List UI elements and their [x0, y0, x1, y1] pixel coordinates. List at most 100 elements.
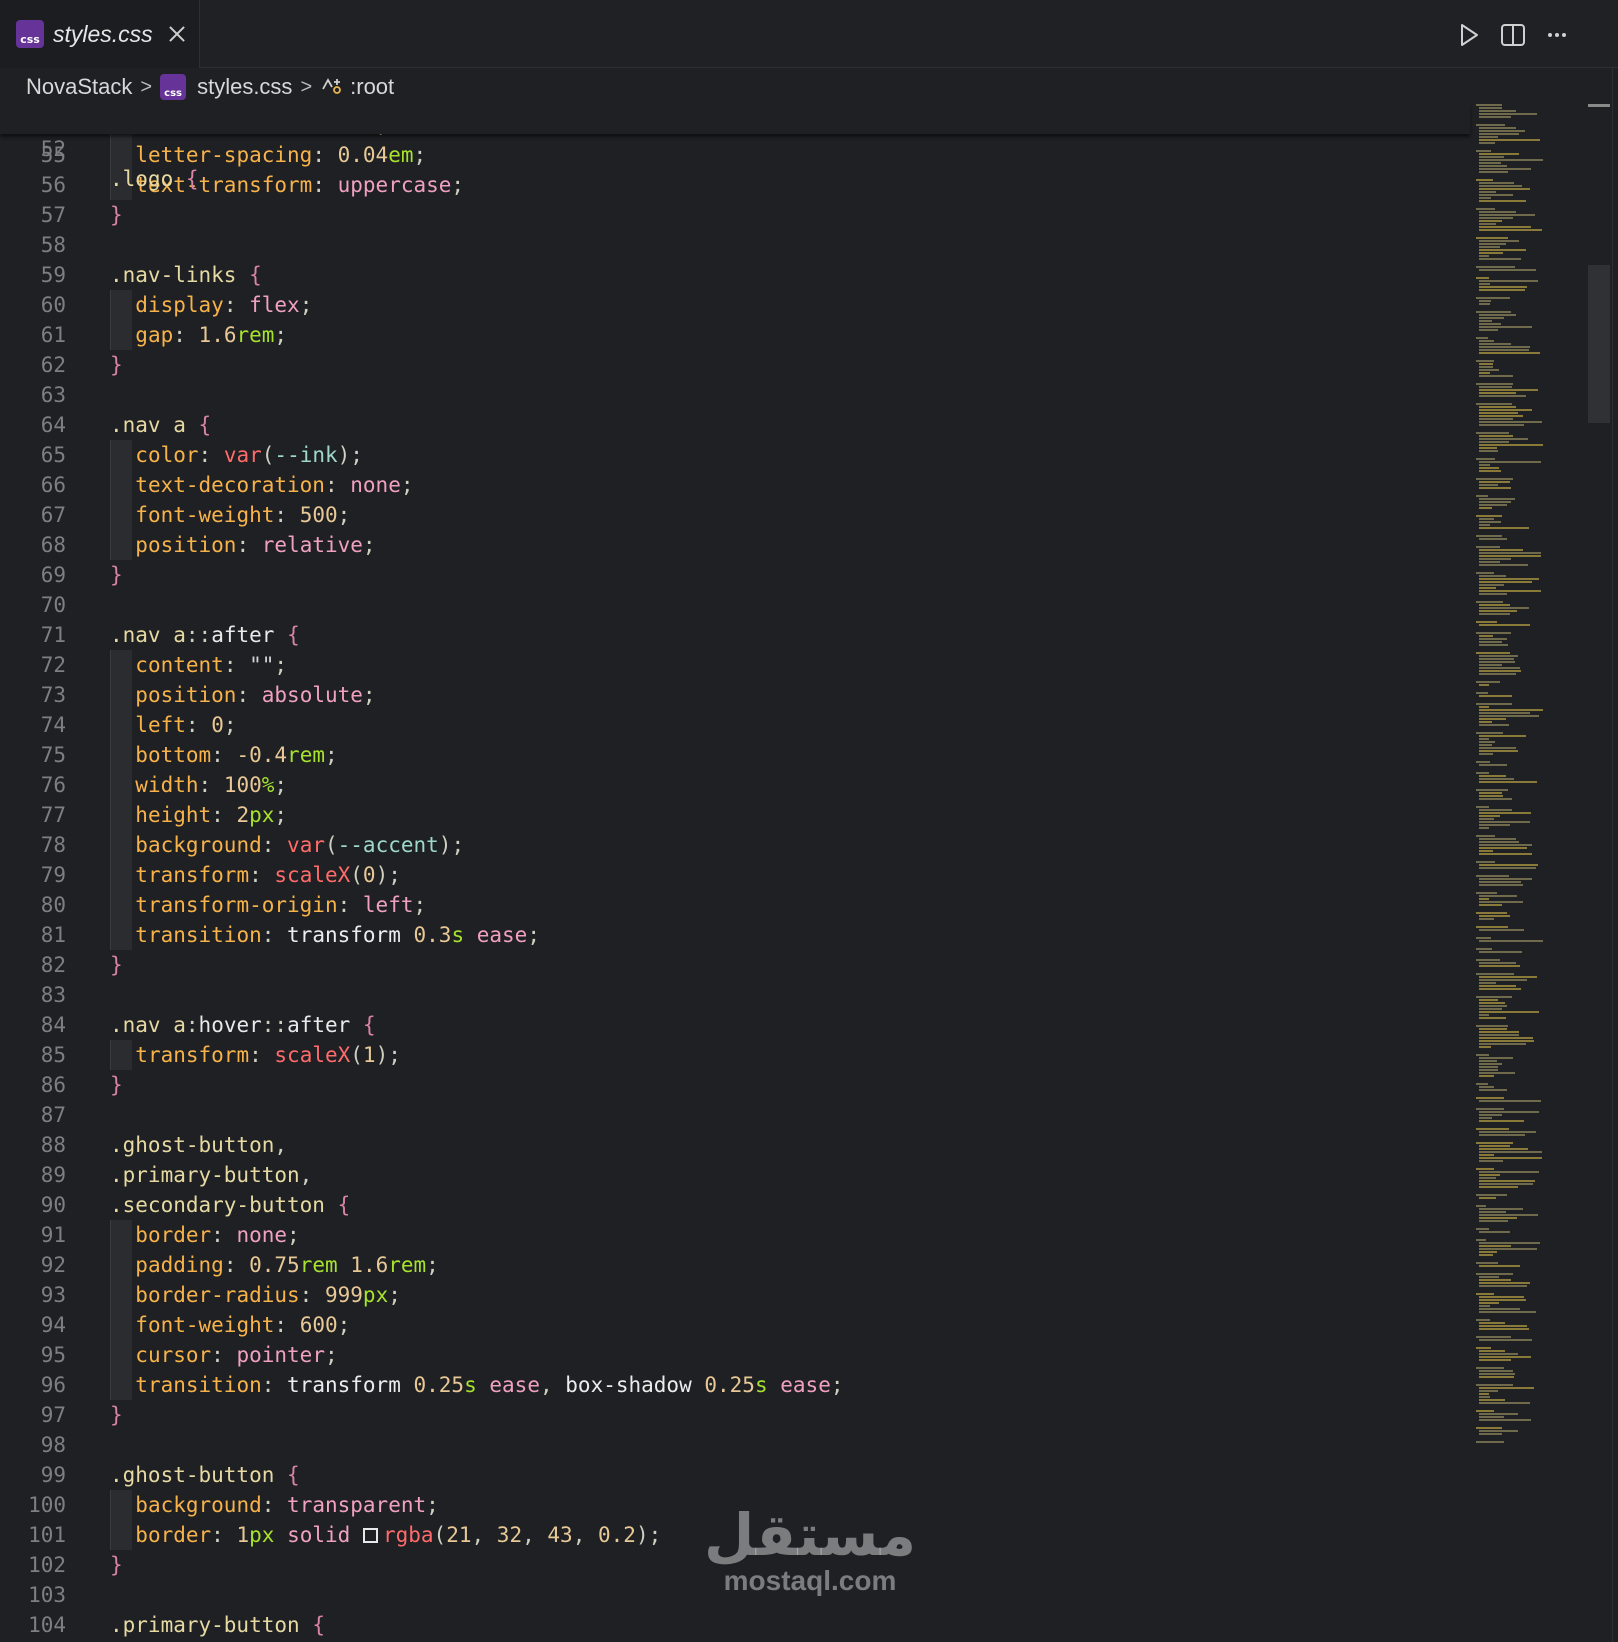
close-icon[interactable] [167, 24, 187, 44]
minimap-line [1479, 467, 1499, 469]
code-line: 56 text-transform: uppercase; [0, 170, 1470, 200]
minimap-line [1476, 495, 1488, 497]
line-number: 58 [40, 233, 66, 257]
minimap[interactable] [1470, 104, 1590, 1504]
minimap-line [1479, 1265, 1520, 1267]
code-line: 86} [0, 1070, 1470, 1100]
minimap-line [1476, 926, 1508, 928]
tab-bar: css styles.css [0, 0, 1618, 68]
minimap-line [1476, 124, 1505, 126]
code-text: gap: 1.6rem; [135, 323, 288, 347]
minimap-line [1479, 578, 1539, 580]
code-line: 104 .primary-button { [0, 1610, 1470, 1640]
minimap-line [1479, 1034, 1519, 1036]
minimap-line [1479, 1279, 1511, 1281]
minimap-line [1479, 191, 1496, 193]
code-line: 94 font-weight: 600; [0, 1310, 1470, 1340]
line-number: 52 [40, 137, 66, 161]
minimap-line [1479, 435, 1513, 437]
scrollbar-thumb[interactable] [1588, 265, 1610, 423]
minimap-line [1476, 403, 1512, 405]
minimap-line [1479, 441, 1509, 443]
minimap-line [1479, 1177, 1496, 1179]
minimap-line [1479, 421, 1542, 423]
tab-styles-css[interactable]: css styles.css [0, 0, 200, 68]
line-number: 98 [40, 1433, 66, 1457]
code-text: .ghost-button { [110, 1463, 300, 1487]
line-number: 65 [40, 443, 66, 467]
minimap-line [1479, 818, 1494, 820]
minimap-line [1479, 406, 1516, 408]
minimap-line [1479, 110, 1516, 112]
minimap-line [1479, 718, 1506, 720]
minimap-line [1479, 1040, 1534, 1042]
minimap-line [1479, 1183, 1533, 1185]
minimap-line [1479, 613, 1510, 615]
minimap-line [1479, 343, 1511, 345]
minimap-line [1476, 973, 1514, 975]
minimap-line [1479, 1120, 1524, 1122]
minimap-line [1479, 286, 1527, 288]
code-text: padding: 0.75rem 1.6rem; [135, 1253, 439, 1277]
code-line: 91 border: none; [0, 1220, 1470, 1250]
line-number: 64 [40, 413, 66, 437]
minimap-line [1479, 878, 1532, 880]
minimap-line [1476, 601, 1503, 603]
minimap-line [1479, 684, 1489, 686]
minimap-line [1479, 1157, 1542, 1159]
minimap-line [1476, 937, 1491, 939]
code-editor[interactable]: 54 font-size: 1.2rem;55 letter-spacing: … [0, 104, 1470, 1642]
minimap-line [1476, 772, 1489, 774]
line-number: 97 [40, 1403, 66, 1427]
minimap-line [1479, 561, 1500, 563]
minimap-line [1479, 1430, 1518, 1432]
minimap-line [1476, 1205, 1486, 1207]
play-icon[interactable] [1456, 22, 1482, 48]
minimap-line [1476, 208, 1495, 210]
code-line: 83 [0, 980, 1470, 1010]
minimap-line [1476, 1083, 1488, 1085]
minimap-line [1479, 1031, 1519, 1033]
minimap-line [1479, 340, 1494, 342]
line-number: 71 [40, 623, 66, 647]
minimap-line [1479, 795, 1503, 797]
line-number: 61 [40, 323, 66, 347]
line-number: 76 [40, 773, 66, 797]
editor-actions [1456, 22, 1570, 48]
breadcrumb-file[interactable]: styles.css [197, 74, 292, 100]
code-line: 63 [0, 380, 1470, 410]
minimap-line [1479, 988, 1521, 990]
minimap-line [1479, 538, 1507, 540]
minimap-line [1476, 861, 1495, 863]
minimap-line [1479, 498, 1515, 500]
minimap-line [1476, 806, 1489, 808]
minimap-line [1479, 162, 1501, 164]
more-icon[interactable] [1544, 22, 1570, 48]
minimap-line [1476, 1128, 1509, 1130]
minimap-line [1479, 1060, 1497, 1062]
breadcrumb-project[interactable]: NovaStack [26, 74, 132, 100]
split-editor-icon[interactable] [1500, 22, 1526, 48]
minimap-line [1479, 915, 1510, 917]
code-text: } [110, 1403, 123, 1427]
minimap-line [1479, 159, 1543, 161]
minimap-line [1476, 383, 1513, 385]
code-text: .nav a::after { [110, 623, 300, 647]
line-number: 85 [40, 1043, 66, 1067]
minimap-line [1479, 392, 1516, 394]
minimap-line [1479, 1011, 1539, 1013]
sticky-scroll-header[interactable]: 52 .logo { [0, 104, 1470, 191]
code-line: 70 [0, 590, 1470, 620]
line-number: 94 [40, 1313, 66, 1337]
code-line: 87 [0, 1100, 1470, 1130]
minimap-line [1479, 317, 1504, 319]
breadcrumb-symbol[interactable]: :root [350, 74, 394, 100]
color-swatch[interactable] [362, 1528, 378, 1543]
code-text: } [110, 1073, 123, 1097]
line-number: 80 [40, 893, 66, 917]
minimap-line [1479, 884, 1523, 886]
minimap-line [1479, 1005, 1507, 1007]
minimap-line [1479, 712, 1530, 714]
minimap-line [1479, 1433, 1502, 1435]
minimap-line [1476, 1336, 1511, 1338]
